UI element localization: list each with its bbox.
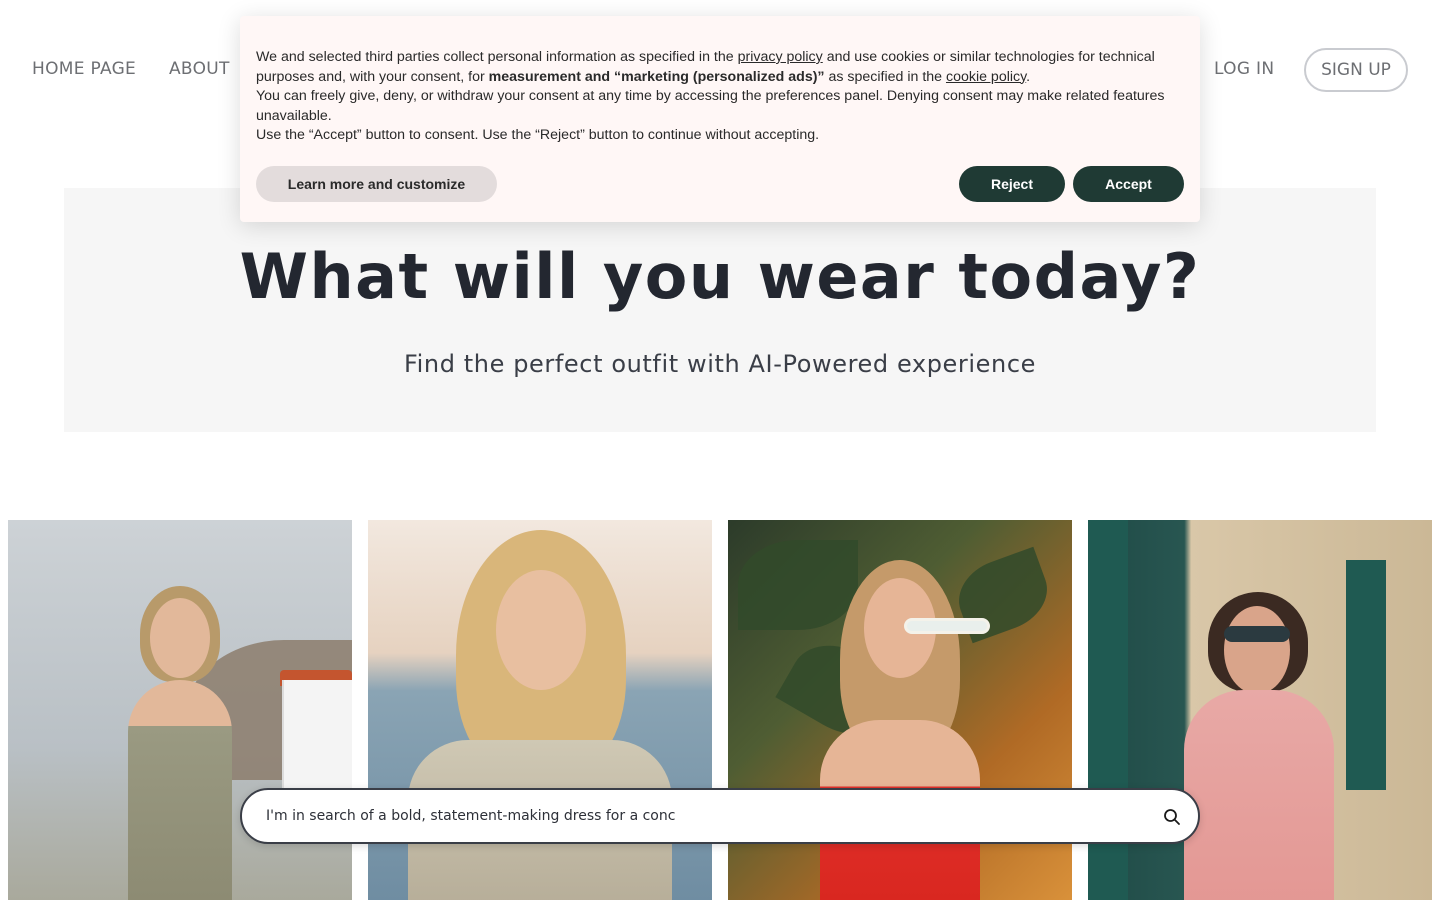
house-shape <box>282 680 352 790</box>
cookie-consent-text: We and selected third parties collect pe… <box>256 48 1180 146</box>
cookie-paragraph-1: We and selected third parties collect pe… <box>256 48 1180 87</box>
outfit-search-bar <box>240 788 1200 844</box>
outfit-search-input[interactable] <box>266 790 1146 842</box>
search-icon[interactable] <box>1162 807 1182 827</box>
shutter-shape <box>1346 560 1386 790</box>
hero-section: What will you wear today? Find the perfe… <box>64 188 1376 432</box>
cookie-paragraph-2: You can freely give, deny, or withdraw y… <box>256 88 1165 124</box>
sunglasses-shape <box>1224 626 1290 642</box>
cookie-text-part: . <box>1026 68 1031 85</box>
hero-subtitle: Find the perfect outfit with AI-Powered … <box>404 350 1036 378</box>
accept-button[interactable]: Accept <box>1073 166 1184 202</box>
learn-more-customize-button[interactable]: Learn more and customize <box>256 166 497 202</box>
signup-button[interactable]: SIGN UP <box>1304 48 1408 92</box>
dress-shape <box>1184 690 1334 900</box>
reject-button[interactable]: Reject <box>959 166 1065 202</box>
cookie-text-part: We and selected third parties collect pe… <box>256 49 738 65</box>
dress-shape <box>128 680 232 900</box>
face-shape <box>1224 606 1290 694</box>
sunglasses-shape <box>904 618 990 634</box>
nav-login-link[interactable]: LOG IN <box>1214 59 1274 79</box>
face-shape <box>150 598 210 678</box>
cookie-text-part: as specified in the <box>824 68 946 85</box>
cookie-consent-banner: We and selected third parties collect pe… <box>240 16 1200 222</box>
cookie-text-bold: measurement and “marketing (personalized… <box>488 68 825 85</box>
nav-home-link[interactable]: HOME PAGE <box>32 59 136 79</box>
hero-title: What will you wear today? <box>239 240 1201 313</box>
cookie-policy-link[interactable]: cookie policy <box>946 69 1026 85</box>
nav-about-link[interactable]: ABOUT <box>169 59 230 79</box>
face-shape <box>496 570 586 690</box>
cookie-paragraph-3: Use the “Accept” button to consent. Use … <box>256 127 820 144</box>
leaf-shape <box>738 540 858 630</box>
privacy-policy-link[interactable]: privacy policy <box>738 49 823 65</box>
